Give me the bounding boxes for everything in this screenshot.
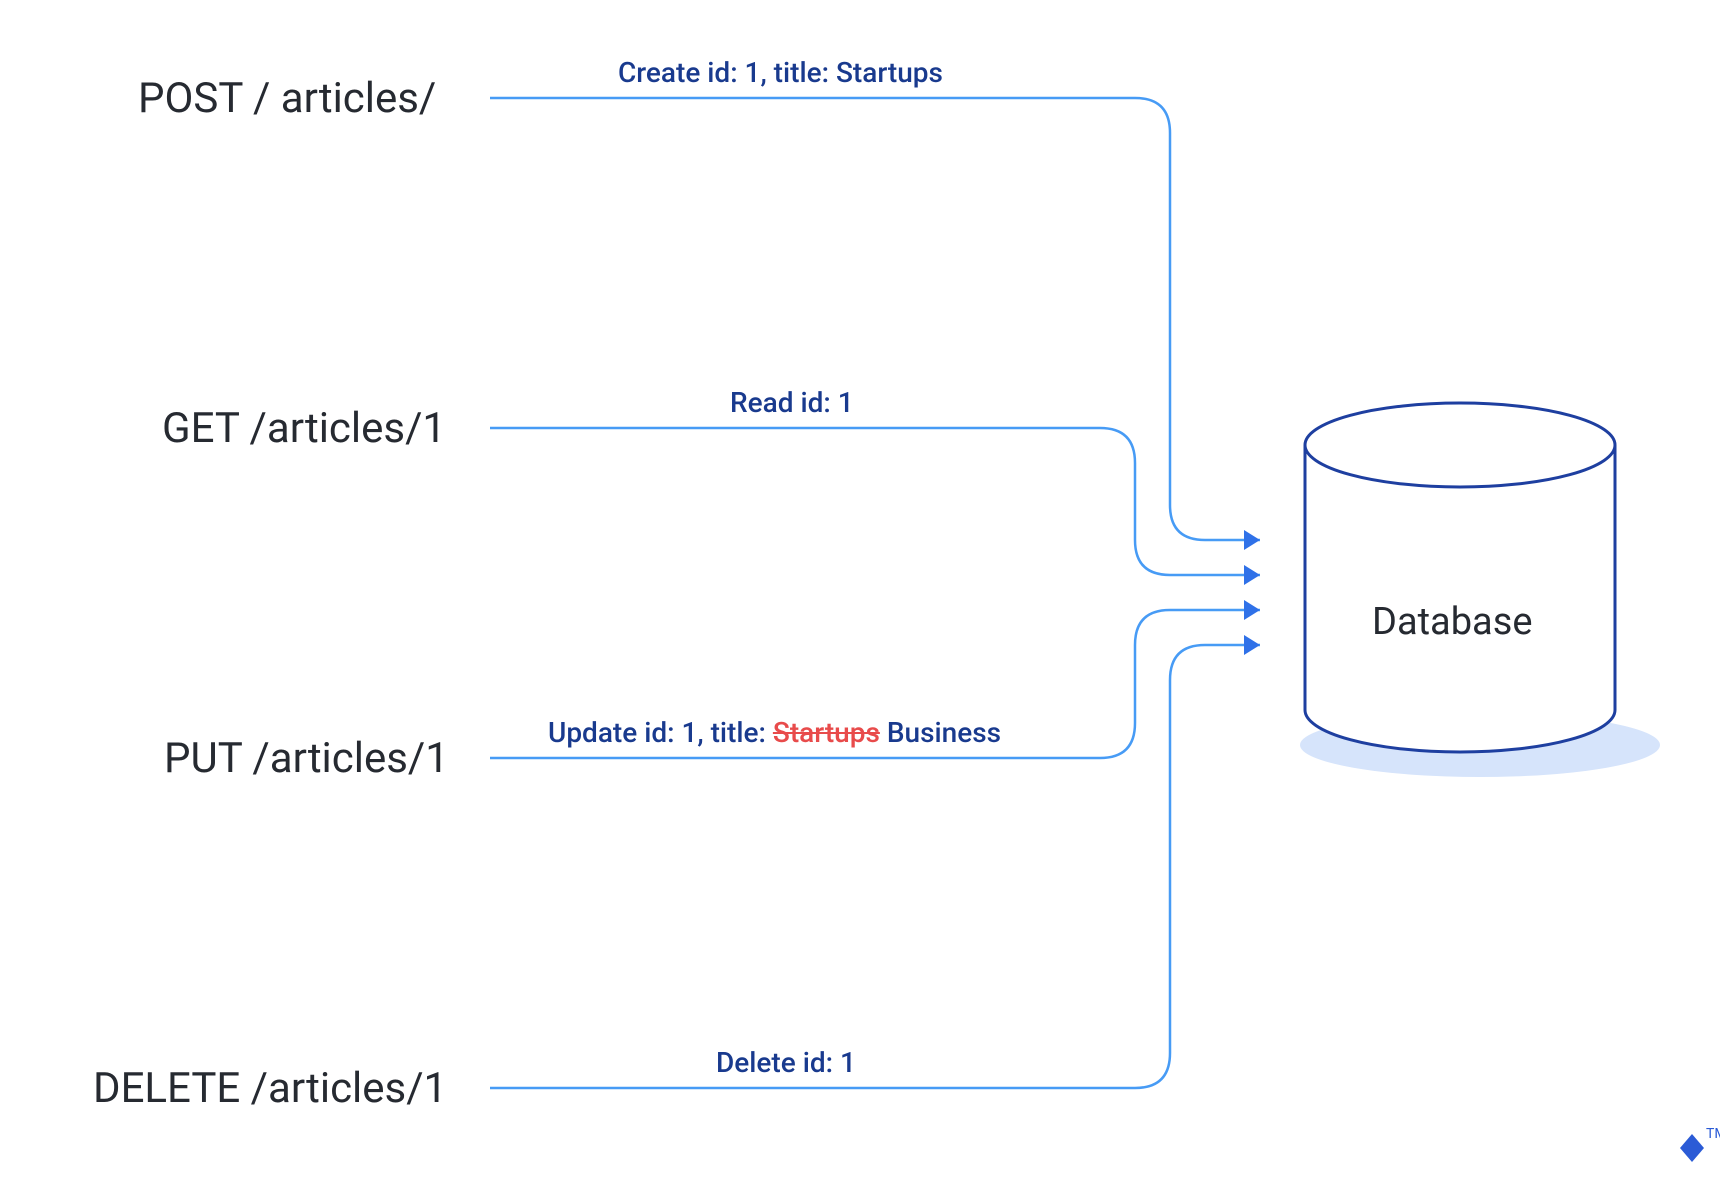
arrowhead-get — [1244, 565, 1260, 585]
action-read-label: Read id: 1 — [730, 386, 854, 419]
line-get — [490, 428, 1260, 575]
arrowhead-put — [1244, 600, 1260, 620]
tm-label: TM — [1706, 1126, 1720, 1142]
arrowhead-post — [1244, 530, 1260, 550]
action-update-suffix: Business — [880, 716, 1001, 749]
diagram-svg — [0, 0, 1720, 1179]
method-put-label: PUT /articles/1 — [164, 734, 449, 783]
action-create-label: Create id: 1, title: Startups — [618, 56, 943, 89]
method-delete-label: DELETE /articles/1 — [93, 1064, 447, 1113]
action-update-prefix: Update id: 1, title: — [548, 716, 773, 749]
database-label: Database — [1372, 600, 1532, 644]
method-get-label: GET /articles/1 — [162, 404, 446, 453]
action-update-label: Update id: 1, title: Startups Business — [548, 716, 1001, 749]
line-delete — [490, 645, 1260, 1088]
toptal-logo-icon — [1680, 1134, 1704, 1162]
method-post-label: POST / articles/ — [138, 74, 436, 123]
arrowhead-delete — [1244, 635, 1260, 655]
database-icon — [1305, 403, 1615, 752]
database-shadow — [1300, 713, 1660, 777]
crud-diagram: POST / articles/ GET /articles/1 PUT /ar… — [0, 0, 1720, 1179]
line-post — [490, 98, 1260, 540]
action-update-strike: Startups — [773, 716, 880, 749]
action-delete-label: Delete id: 1 — [716, 1046, 856, 1079]
